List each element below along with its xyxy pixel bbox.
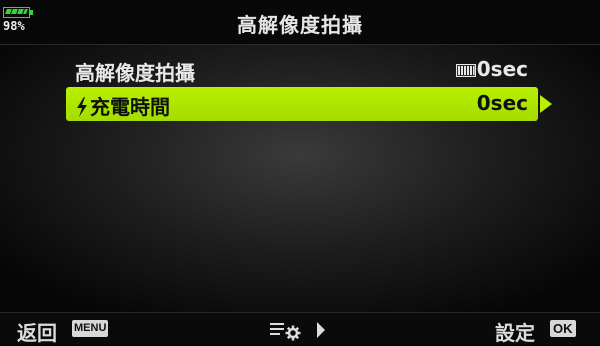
menu-item-value: 0sec (476, 57, 528, 81)
page-title: 高解像度拍攝 (237, 13, 363, 37)
flash-icon (77, 97, 87, 117)
set-label: 設定 (495, 321, 535, 345)
menu-settings-icon[interactable] (268, 319, 328, 341)
ok-button[interactable]: OK (550, 320, 576, 337)
menu-button[interactable]: MENU (72, 320, 109, 337)
camera-menu-screen: 98% 高解像度拍攝 高解像度拍攝 0sec 充電時間 0sec 返回 MENU (0, 0, 600, 345)
menu-item-label: 充電時間 (90, 95, 170, 119)
menu-item-label: 高解像度拍攝 (75, 61, 195, 85)
right-arrow-icon[interactable] (540, 95, 552, 113)
sequential-shot-icon (456, 64, 476, 77)
menu-item-high-res-shot[interactable]: 高解像度拍攝 0sec (66, 53, 538, 87)
back-label: 返回 (17, 321, 57, 345)
top-bar: 98% 高解像度拍攝 (0, 0, 600, 45)
menu-item-value: 0sec (476, 91, 528, 115)
bottom-bar: 返回 MENU 設定 OK (0, 312, 600, 345)
menu-item-charge-time[interactable]: 充電時間 0sec (66, 87, 538, 121)
